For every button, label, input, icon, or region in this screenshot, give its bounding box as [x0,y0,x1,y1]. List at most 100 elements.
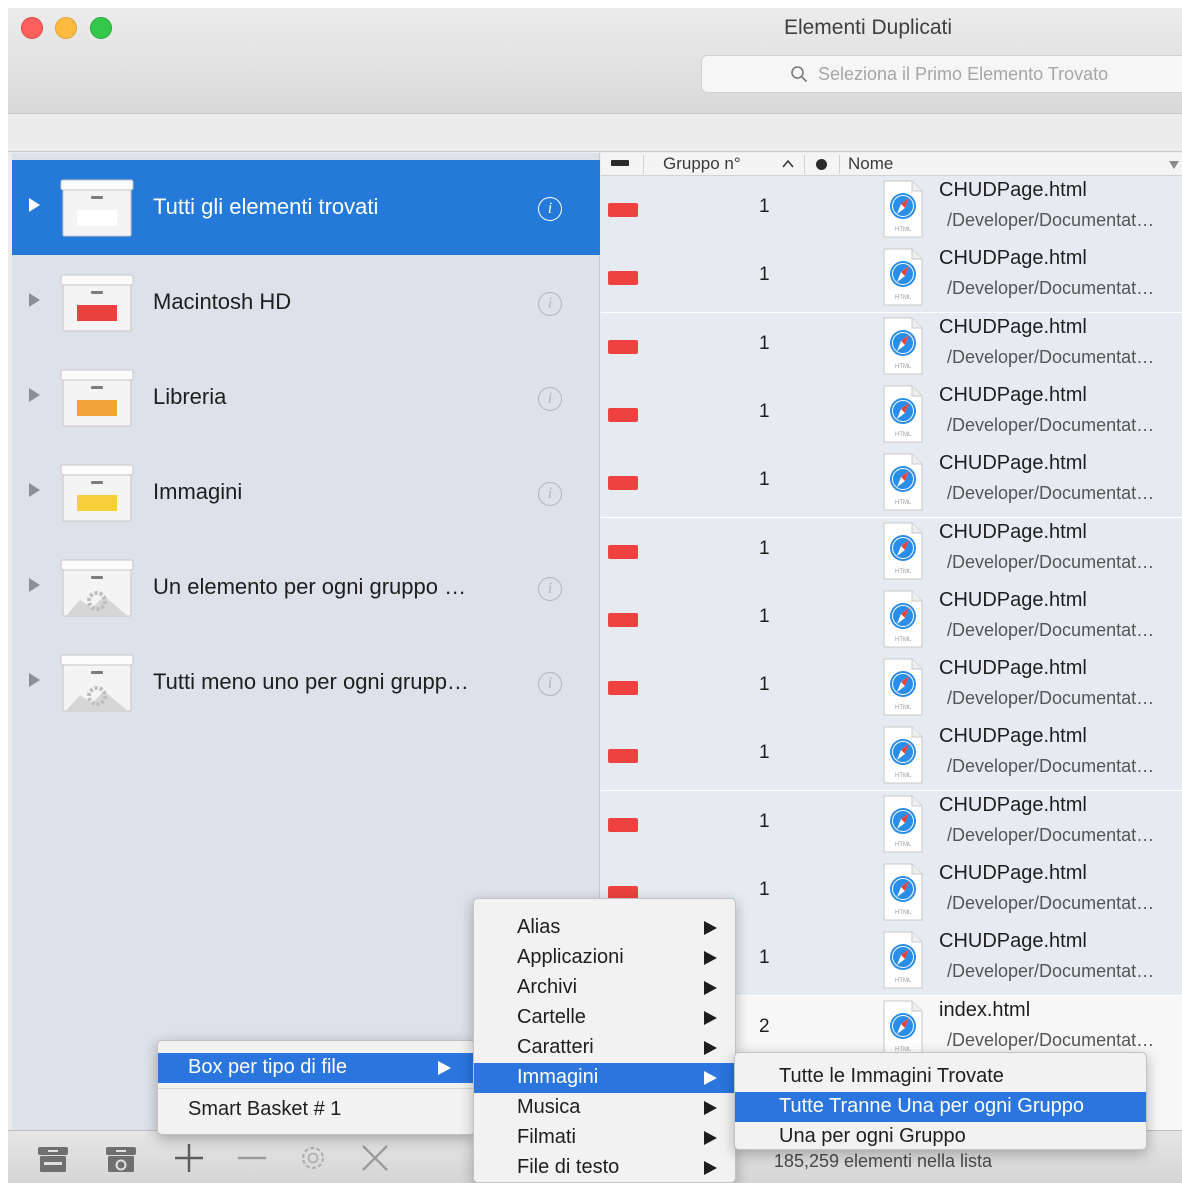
group-number: 1 [759,879,770,900]
info-icon[interactable]: i [538,387,562,411]
menu-item[interactable]: Smart Basket # 1 [158,1095,474,1125]
menu-item[interactable]: Musica [474,1093,735,1123]
menu-item[interactable]: Tutte Tranne Una per ogni Gruppo [735,1092,1146,1122]
sidebar-item[interactable]: Libreria i [12,350,600,445]
group-number: 1 [759,196,770,217]
html-file-icon: HTML [881,453,923,511]
menu-separator [158,1088,474,1089]
group-number: 1 [759,605,770,627]
file-name: index.html [939,998,1031,1021]
search-placeholder: Seleziona il Primo Elemento Trovato [818,64,1109,84]
disclosure-triangle-icon[interactable] [29,198,40,212]
file-path: /Developer/Documentat… [947,210,1155,230]
table-row[interactable]: 1 HTML CHUDPage.html/Developer/Documentat… [601,449,1182,518]
group-number: 1 [759,947,770,969]
search-field[interactable]: Seleziona il Primo Elemento Trovato [701,55,1182,93]
file-path: /Developer/Documentat… [947,824,1155,845]
submenu-arrow-icon [704,951,717,965]
svg-text:HTML: HTML [895,978,912,984]
disclosure-triangle-icon[interactable] [29,578,40,592]
disclosure-triangle-icon[interactable] [29,388,40,402]
zoom-window-button[interactable] [90,17,112,39]
column-menu-icon[interactable] [1168,160,1180,170]
file-name: CHUDPage.html [939,247,1087,270]
remove-icon[interactable] [235,1141,269,1175]
table-row[interactable]: 1 HTML CHUDPage.html/Developer/Documentat… [601,722,1182,791]
table-row[interactable]: 1 HTML CHUDPage.html/Developer/Documentat… [601,654,1182,723]
table-row[interactable]: 1 HTML CHUDPage.html/Developer/Documentat… [601,790,1182,859]
menu-item[interactable]: Box per tipo di file [158,1053,474,1083]
menu-item[interactable]: Applicazioni [474,943,735,973]
submenu-arrow-icon [704,921,717,935]
new-box-icon[interactable] [36,1141,70,1175]
new-smart-box-icon[interactable] [104,1141,138,1175]
minimize-window-button[interactable] [55,17,77,39]
file-path: /Developer/Documentat… [947,893,1155,913]
archive-box-icon [58,271,136,333]
smart-box-gear-icon [58,556,136,618]
menu-item[interactable]: Tutte le Immagini Trovate [735,1062,1146,1092]
name-column-header[interactable]: Nome [848,154,893,174]
sidebar-item-label: Libreria [153,384,227,409]
close-icon[interactable] [358,1141,392,1175]
menu-item[interactable]: Cartelle [474,1003,735,1033]
table-row[interactable]: 1 HTML CHUDPage.html/Developer/Documentat… [601,312,1182,381]
menu-item[interactable]: Alias [474,913,735,943]
table-row[interactable]: 1 HTML CHUDPage.html/Developer/Documentat… [601,585,1182,654]
file-name: CHUDPage.html [939,725,1087,748]
group-number: 1 [759,537,770,559]
html-file-icon: HTML [881,863,923,921]
table-row[interactable]: 1 HTML CHUDPage.html/Developer/Documentat… [601,176,1182,244]
group-column-header[interactable]: Gruppo n° [663,154,741,174]
close-window-button[interactable] [21,17,43,39]
file-name: CHUDPage.html [939,383,1087,406]
group-number: 1 [759,674,770,696]
disclosure-triangle-icon[interactable] [29,673,40,687]
sidebar-item[interactable]: Tutti meno uno per ogni grupp… i [12,635,600,730]
label-column-header[interactable] [816,159,827,170]
table-row[interactable]: 1 HTML CHUDPage.html/Developer/Documentat… [601,380,1182,449]
info-icon[interactable]: i [538,482,562,506]
menu-item[interactable]: Caratteri [474,1033,735,1063]
sidebar-item-label: Tutti meno uno per ogni grupp… [153,669,469,694]
submenu-arrow-icon [704,1071,717,1085]
info-icon[interactable]: i [538,292,562,316]
smart-box-gear-icon [58,651,136,713]
sidebar-item[interactable]: Macintosh HD i [12,255,600,350]
table-row[interactable]: 1 HTML CHUDPage.html/Developer/Documentat… [601,244,1182,313]
title-bar: Elementi Duplicati Seleziona il Primo El… [8,8,1182,114]
menu-item[interactable]: Immagini [474,1063,735,1093]
duplicate-flag-icon [608,339,638,354]
archive-box-icon [58,176,136,238]
menu-item[interactable]: Archivi [474,973,735,1003]
submenu-arrow-icon [704,1161,717,1175]
html-file-icon: HTML [881,317,923,375]
table-row[interactable]: 1 HTML CHUDPage.html/Developer/Documentat… [601,517,1182,586]
info-icon[interactable]: i [538,672,562,696]
file-path: /Developer/Documentat… [947,278,1155,299]
menu-item[interactable]: Una per ogni Gruppo [735,1122,1146,1152]
info-icon[interactable]: i [538,197,562,221]
sidebar-item[interactable]: Immagini i [12,445,600,540]
menu-item-label: Musica [517,1096,581,1118]
menu-item[interactable]: Filmati [474,1123,735,1153]
menu-item-label: Box per tipo di file [188,1056,347,1078]
gear-icon[interactable] [296,1141,330,1175]
disclosure-triangle-icon[interactable] [29,483,40,497]
menu-item-label: Applicazioni [517,946,624,968]
flag-column-header[interactable] [611,160,629,166]
secondary-toolbar [8,115,1182,152]
sidebar-item[interactable]: Tutti gli elementi trovati i [12,160,600,255]
svg-text:HTML: HTML [895,432,912,438]
svg-text:HTML: HTML [895,910,912,916]
info-icon[interactable]: i [538,577,562,601]
context-menu: Box per tipo di file Smart Basket # 1 [157,1040,475,1135]
menu-item-label: Cartelle [517,1006,586,1028]
sidebar-item[interactable]: Un elemento per ogni gruppo … i [12,540,600,635]
menu-item-label: Smart Basket # 1 [188,1098,342,1120]
group-number: 1 [759,264,770,286]
disclosure-triangle-icon[interactable] [29,293,40,307]
add-icon[interactable] [172,1141,206,1175]
menu-item[interactable]: File di testo [474,1153,735,1183]
window-title: Elementi Duplicati [783,16,953,39]
